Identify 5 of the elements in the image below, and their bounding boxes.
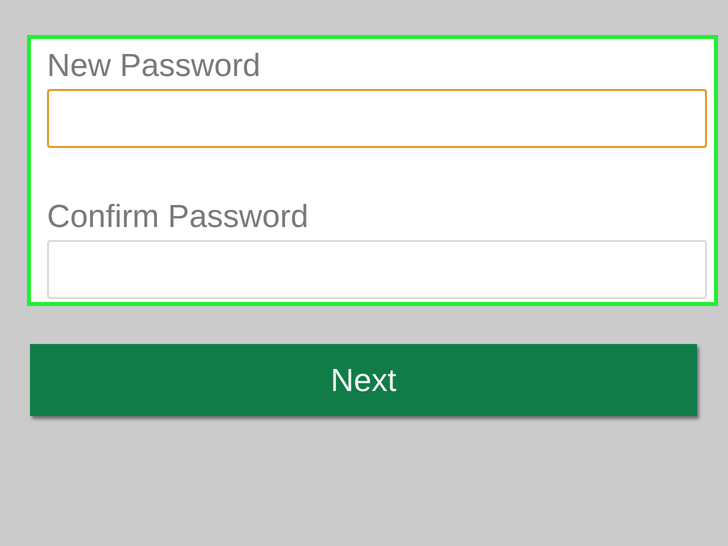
field-label: Confirm Password — [47, 197, 308, 236]
field-label: New Password — [47, 46, 260, 85]
password-field[interactable] — [47, 240, 707, 299]
password-field[interactable] — [47, 89, 707, 148]
next-button[interactable]: Next — [30, 344, 697, 416]
